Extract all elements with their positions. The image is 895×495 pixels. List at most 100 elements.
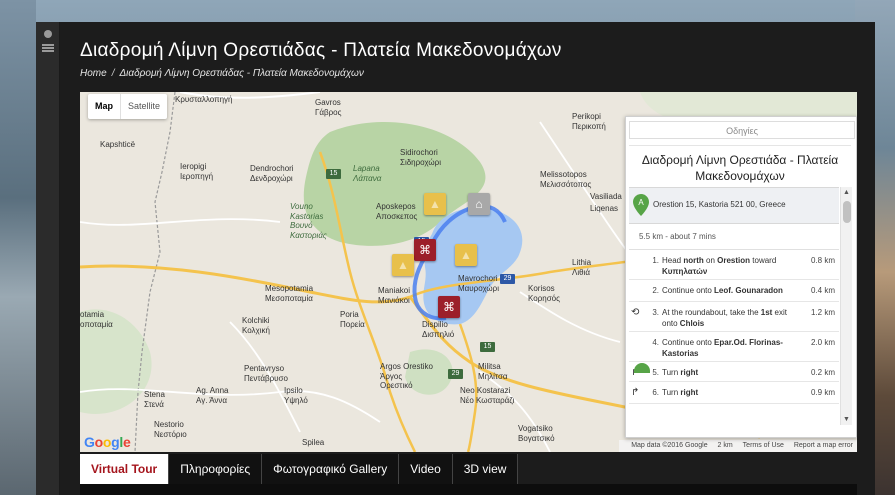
step-text: Continue onto Leof. Gounaradon (662, 286, 783, 295)
step-distance: 1.2 km (810, 308, 835, 317)
step-number: 1. (652, 256, 659, 265)
place-label: Korisos Κορησός (528, 284, 560, 303)
directions-title: Διαδρομή Λίμνη Ορεστιάδα - Πλατεία Μακεδ… (629, 145, 851, 184)
content-tabs: Virtual Tour Πληροφορίες Φωτογραφικό Gal… (80, 454, 519, 484)
landscape-marker-icon[interactable]: ▲ (424, 193, 446, 215)
svg-text:A: A (638, 198, 644, 207)
place-label: Mavrochori Μαυροχώρι (458, 274, 500, 293)
map-button[interactable]: Map (88, 94, 121, 119)
tab-content-area (80, 484, 857, 495)
direction-step[interactable]: ⟲ 3. At the roundabout, take the 1st exi… (629, 302, 839, 332)
map-data-text: Map data ©2016 Google (631, 442, 708, 449)
monument-marker-icon[interactable]: ⌂ (468, 193, 490, 215)
report-error-link[interactable]: Report a map error (794, 442, 853, 449)
place-label: Ieropigi Ιεροπηγή (180, 162, 214, 181)
origin-address: Orestion 15, Kastoria 521 00, Greece (653, 200, 786, 209)
scroll-up-arrow-icon[interactable]: ▲ (843, 189, 850, 196)
road-badge: 15 (326, 169, 341, 179)
place-label: Spilea (302, 438, 325, 447)
direction-step[interactable]: 4. Continue onto Epar.Od. Florinas-Kasto… (629, 332, 839, 362)
direction-step[interactable]: ↱ 5. Turn right 0.2 km (629, 362, 839, 382)
dot-icon[interactable] (44, 30, 52, 38)
place-label: Perikopi Περικοπή (572, 112, 606, 131)
directions-panel: Οδηγίες Διαδρομή Λίμνη Ορεστιάδα - Πλατε… (625, 116, 857, 438)
poi-marker-icon[interactable]: ⌘ (414, 239, 436, 261)
satellite-button[interactable]: Satellite (121, 94, 167, 119)
tab-video[interactable]: Video (399, 454, 453, 484)
place-label: Militsa Μηλίτσα (478, 362, 508, 381)
map-attribution: Map data ©2016 Google 2 km Terms of Use … (619, 440, 857, 452)
place-label: Lithia Λιθιά (572, 258, 592, 277)
tab-virtual-tour[interactable]: Virtual Tour (80, 454, 170, 484)
place-label: Dispilio Δισπηλιό (422, 320, 455, 339)
place-label: Nestorio Νεστόριο (154, 420, 187, 439)
side-toolbar (36, 22, 60, 495)
direction-step[interactable]: 2. Continue onto Leof. Gounaradon 0.4 km (629, 280, 839, 302)
place-label: Neo Kostarazi Νέο Κωσταράζι (460, 386, 515, 405)
page-title: Διαδρομή Λίμνη Ορεστιάδας - Πλατεία Μακε… (80, 40, 562, 61)
step-number: 6. (652, 388, 659, 397)
place-label: Ipsilo Υψηλό (284, 386, 308, 405)
place-label: Stena Στενά (144, 390, 165, 409)
road-badge: 15 (480, 342, 495, 352)
breadcrumb-separator: / (111, 68, 115, 79)
poi-marker-icon[interactable]: ⌘ (438, 296, 460, 318)
breadcrumb-home-link[interactable]: Home (80, 68, 107, 79)
step-number: 2. (652, 286, 659, 295)
place-label: Argos Orestiko Άργος Ορεστικό (380, 362, 433, 390)
step-text: Head north on Orestion toward Κυπηλατών (662, 256, 777, 276)
step-distance: 2.0 km (810, 338, 835, 347)
background-left (0, 0, 36, 495)
place-label: Sidirochori Σιδηροχώρι (400, 148, 441, 167)
place-label: Liqenas (590, 204, 619, 213)
step-number: 4. (652, 338, 659, 347)
place-label: Vogatsiko Βογατσικό (518, 424, 555, 443)
menu-icon[interactable] (42, 44, 54, 52)
step-distance: 0.9 km (810, 388, 835, 397)
step-distance: 0.2 km (810, 368, 835, 377)
place-label: Poria Πορεία (340, 310, 365, 329)
place-label: Maniakoi Μανιάκοι (378, 286, 411, 305)
place-label: Melissotopos Μελισσότοπος (540, 170, 592, 189)
place-label: Aposkepos Αποσκεπος (376, 202, 418, 221)
step-text: At the roundabout, take the 1st exit ont… (662, 308, 787, 328)
destination-pin-icon (634, 363, 650, 373)
step-number: 3. (652, 308, 659, 317)
scale-text: 2 km (717, 442, 733, 449)
place-label: Pentavryso Πεντάβρυσο (244, 364, 288, 383)
tab-photo-gallery[interactable]: Φωτογραφικό Gallery (262, 454, 400, 484)
breadcrumb: Home / Διαδρομή Λίμνη Ορεστιάδας - Πλατεία… (80, 68, 364, 79)
map-view[interactable]: Map Satellite Κρυσταλλοπηγή Gavros Γάβρος… (80, 92, 857, 452)
place-label: Kolchiki Κολχική (242, 316, 270, 335)
place-label: Gavros Γάβρος (315, 98, 342, 117)
scroll-down-arrow-icon[interactable]: ▼ (843, 416, 850, 423)
directions-header: Οδηγίες (629, 121, 855, 139)
origin-pin-icon: A (633, 194, 649, 216)
landscape-marker-icon[interactable]: ▲ (455, 244, 477, 266)
landscape-marker-icon[interactable]: ▲ (392, 254, 414, 276)
place-label: otamia οποταμία (80, 310, 113, 329)
step-text: Turn right (662, 368, 699, 377)
scroll-thumb[interactable] (843, 201, 851, 223)
road-badge: 29 (500, 274, 515, 284)
directions-scrollbar[interactable]: ▲ ▼ (840, 187, 852, 425)
place-label: Ag. Anna Αγ. Άννα (196, 386, 229, 405)
road-badge: 29 (448, 369, 463, 379)
place-label: Mesopotamia Μεσοποταμία (265, 284, 314, 303)
route-summary: 5.5 km - about 7 mins (629, 224, 839, 250)
direction-step[interactable]: 1. Head north on Orestion toward Κυπηλατ… (629, 250, 839, 280)
place-label: Vasiliada (590, 192, 622, 201)
step-text: Continue onto Epar.Od. Florinas-Kastoria… (662, 338, 783, 358)
origin-row[interactable]: A Orestion 15, Kastoria 521 00, Greece (629, 187, 839, 224)
terms-link[interactable]: Terms of Use (743, 442, 784, 449)
place-label: Vouno Kastorias Βουνό Καστοριάς (290, 202, 327, 240)
step-text: Turn right (662, 388, 699, 397)
place-label: Kapshticë (100, 140, 136, 149)
step-distance: 0.4 km (810, 286, 835, 295)
tab-3d-view[interactable]: 3D view (452, 454, 519, 484)
tab-info[interactable]: Πληροφορίες (169, 454, 263, 484)
step-distance: 0.8 km (810, 256, 835, 265)
google-logo: Google (84, 434, 131, 450)
roundabout-icon: ⟲ (631, 307, 640, 318)
direction-step[interactable]: ↱ 6. Turn right 0.9 km (629, 382, 839, 404)
